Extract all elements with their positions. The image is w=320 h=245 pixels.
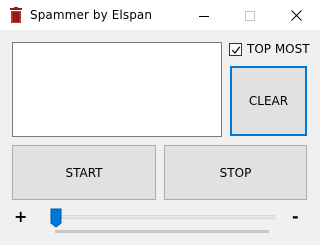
trash-bin-icon bbox=[9, 7, 23, 23]
message-textarea[interactable] bbox=[12, 42, 222, 137]
clear-button[interactable]: CLEAR bbox=[230, 66, 307, 136]
plus-label: + bbox=[14, 207, 28, 226]
window-title: Spammer by Elspan bbox=[30, 8, 153, 22]
slider-thumb[interactable] bbox=[50, 208, 62, 232]
speed-slider[interactable] bbox=[48, 206, 278, 236]
top-most-checkbox[interactable]: TOP MOST bbox=[229, 42, 310, 56]
minimize-icon bbox=[199, 6, 209, 25]
close-button[interactable] bbox=[273, 0, 319, 30]
checkbox-box[interactable] bbox=[229, 42, 242, 56]
stop-button[interactable]: STOP bbox=[164, 145, 307, 200]
checkmark-icon bbox=[231, 45, 241, 54]
maximize-button[interactable] bbox=[227, 0, 273, 30]
minimize-button[interactable] bbox=[181, 0, 227, 30]
minus-label: - bbox=[292, 207, 299, 226]
slider-tick-bar bbox=[55, 230, 269, 233]
title-bar[interactable]: Spammer by Elspan bbox=[0, 0, 320, 30]
close-icon bbox=[290, 6, 302, 25]
slider-track[interactable] bbox=[53, 215, 275, 219]
top-most-label: TOP MOST bbox=[247, 42, 310, 56]
maximize-icon bbox=[245, 6, 255, 25]
start-button[interactable]: START bbox=[12, 145, 156, 200]
